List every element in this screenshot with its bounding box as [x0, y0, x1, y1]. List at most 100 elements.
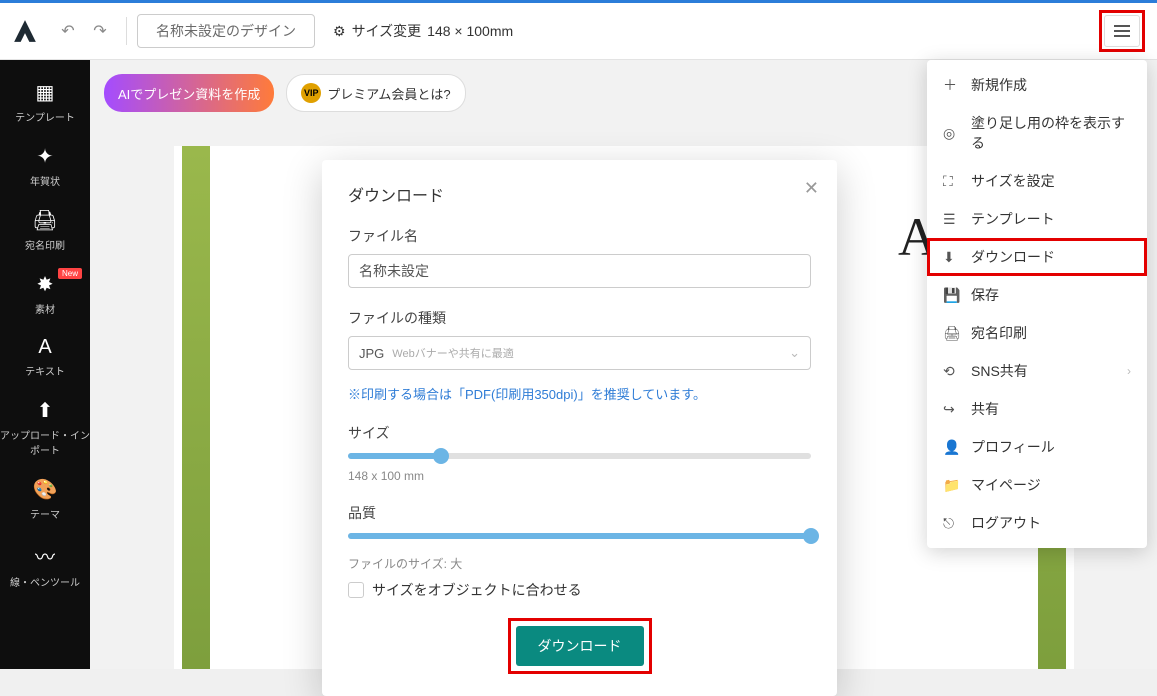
vip-badge-icon: VIP: [301, 83, 321, 103]
modal-close-button[interactable]: ✕: [804, 178, 819, 199]
filename-input[interactable]: [348, 254, 811, 288]
menu-item-mypage[interactable]: 📁 マイページ: [927, 466, 1147, 504]
bleed-icon: ◎: [943, 125, 959, 142]
filetype-select[interactable]: JPG Webバナーや共有に最適 ⌄: [348, 336, 811, 370]
undo-button[interactable]: ↶: [52, 15, 84, 47]
download-button-highlight: ダウンロード: [508, 618, 652, 674]
filesize-text: ファイルのサイズ: 大: [348, 555, 811, 572]
size-value-text: 148 x 100 mm: [348, 469, 811, 483]
hamburger-menu-button[interactable]: [1104, 15, 1140, 47]
menu-item-save[interactable]: 💾 保存: [927, 276, 1147, 314]
hamburger-highlight: [1099, 10, 1145, 52]
filetype-label: ファイルの種類: [348, 308, 811, 328]
menu-item-label: 保存: [971, 285, 999, 305]
sidebar-item-0[interactable]: ▦ テンプレート: [0, 70, 90, 134]
redo-button[interactable]: ↷: [84, 15, 116, 47]
sidebar-icon: 🎨: [0, 477, 90, 502]
quality-label: 品質: [348, 503, 811, 523]
modal-title: ダウンロード: [348, 182, 811, 206]
menu-item-profile[interactable]: 👤 プロフィール: [927, 428, 1147, 466]
sidebar-label: 宛名印刷: [25, 241, 65, 252]
download-button[interactable]: ダウンロード: [516, 626, 644, 666]
size-change-button[interactable]: ⚙ サイズ変更 148 × 100mm: [333, 21, 513, 41]
ai-presentation-button[interactable]: AIでプレゼン資料を作成: [104, 74, 274, 112]
download-icon: ⬇: [943, 249, 959, 266]
fit-to-object-checkbox[interactable]: [348, 582, 364, 598]
sidebar-label: 年賀状: [30, 177, 60, 188]
menu-item-label: SNS共有: [971, 361, 1028, 381]
share-icon: ↪: [943, 401, 959, 418]
chevron-right-icon: ›: [1127, 364, 1131, 378]
menu-item-label: ダウンロード: [971, 247, 1055, 267]
top-toolbar: ↶ ↷ 名称未設定のデザイン ⚙ サイズ変更 148 × 100mm: [0, 3, 1157, 60]
menu-item-new[interactable]: ＋ 新規作成: [927, 66, 1147, 104]
sidebar-item-4[interactable]: A テキスト: [0, 326, 90, 388]
sidebar-icon: ✦: [0, 144, 90, 169]
menu-item-bleed[interactable]: ◎塗り足し用の枠を表示する: [927, 104, 1147, 162]
menu-item-label: 宛名印刷: [971, 323, 1027, 343]
size-label: サイズ: [348, 423, 811, 443]
menu-item-label: 新規作成: [971, 75, 1027, 95]
sidebar-item-5[interactable]: ⬆ アップロード・インポート: [0, 388, 90, 467]
sidebar-item-7[interactable]: 〰線・ペンツール: [0, 531, 90, 599]
profile-icon: 👤: [943, 439, 959, 456]
menu-item-label: サイズを設定: [971, 171, 1055, 191]
tmpl-icon: ☰: [943, 211, 959, 228]
download-modal: ダウンロード ✕ ファイル名 ファイルの種類 JPG Webバナーや共有に最適 …: [322, 160, 837, 696]
app-logo-icon: [12, 18, 38, 44]
save-icon: 💾: [943, 287, 959, 304]
fit-to-object-label: サイズをオブジェクトに合わせる: [372, 580, 582, 600]
sidebar-icon: 🖨: [0, 208, 90, 233]
menu-item-label: テンプレート: [971, 209, 1055, 229]
chevron-down-icon: ⌄: [789, 345, 800, 361]
sidebar-item-2[interactable]: 🖨 宛名印刷: [0, 198, 90, 262]
menu-item-print[interactable]: 🖨 宛名印刷: [927, 314, 1147, 352]
design-title[interactable]: 名称未設定のデザイン: [137, 14, 315, 48]
filetype-value: JPG: [359, 346, 384, 361]
premium-info-button[interactable]: VIP プレミアム会員とは?: [286, 74, 465, 112]
menu-item-logout[interactable]: ⎋ ログアウト: [927, 504, 1147, 542]
sns-icon: ⟲: [943, 363, 959, 380]
menu-item-label: プロフィール: [971, 437, 1055, 457]
canvas-green-left: [182, 146, 210, 669]
sidebar-icon: A: [0, 336, 90, 359]
filetype-subtext: Webバナーや共有に最適: [392, 345, 513, 361]
sidebar-icon: ▦: [0, 80, 90, 105]
toolbar-divider: [126, 17, 127, 45]
sidebar-item-1[interactable]: ✦ 年賀状: [0, 134, 90, 198]
menu-item-share[interactable]: ↪ 共有: [927, 390, 1147, 428]
size-slider[interactable]: [348, 453, 811, 459]
new-badge: New: [58, 268, 82, 279]
menu-item-label: ログアウト: [971, 513, 1041, 533]
pdf-recommendation-notice: ※印刷する場合は「PDF(印刷用350dpi)」を推奨しています。: [348, 384, 811, 403]
mypage-icon: 📁: [943, 477, 959, 494]
menu-item-label: マイページ: [971, 475, 1041, 495]
quality-slider[interactable]: [348, 533, 811, 539]
sidebar-label: 素材: [35, 305, 55, 316]
gear-icon: ⚙: [333, 23, 346, 40]
menu-item-sns[interactable]: ⟲ SNS共有 ›: [927, 352, 1147, 390]
sidebar-icon: 〰: [0, 541, 90, 570]
menu-item-download[interactable]: ⬇ ダウンロード: [927, 238, 1147, 276]
size-icon: ⛶: [943, 173, 959, 190]
print-icon: 🖨: [943, 325, 959, 342]
filename-label: ファイル名: [348, 226, 811, 246]
logout-icon: ⎋: [943, 515, 959, 532]
sidebar-icon: ⬆: [0, 398, 90, 423]
sidebar-label: アップロード・インポート: [0, 431, 90, 457]
sidebar-label: テキスト: [25, 367, 65, 378]
new-icon: ＋: [943, 75, 959, 95]
premium-label: プレミアム会員とは?: [327, 84, 450, 103]
menu-item-size[interactable]: ⛶ サイズを設定: [927, 162, 1147, 200]
sidebar-item-3[interactable]: ✸素材New: [0, 262, 90, 326]
sidebar-item-6[interactable]: 🎨 テーマ: [0, 467, 90, 531]
sidebar-label: テーマ: [30, 510, 60, 521]
left-sidebar: ▦テンプレート✦年賀状🖨宛名印刷✸素材NewAテキスト⬆アップロード・インポート…: [0, 60, 90, 669]
menu-item-tmpl[interactable]: ☰ テンプレート: [927, 200, 1147, 238]
main-dropdown-menu: ＋ 新規作成 ◎塗り足し用の枠を表示する ⛶ サイズを設定 ☰ テンプレート ⬇ ダウンロード 💾…: [927, 60, 1147, 548]
sidebar-label: 線・ペンツール: [10, 578, 80, 589]
size-change-label: サイズ変更: [352, 21, 422, 41]
sidebar-label: テンプレート: [15, 113, 75, 124]
dimensions-text: 148 × 100mm: [427, 23, 513, 39]
menu-item-label: 共有: [971, 399, 999, 419]
